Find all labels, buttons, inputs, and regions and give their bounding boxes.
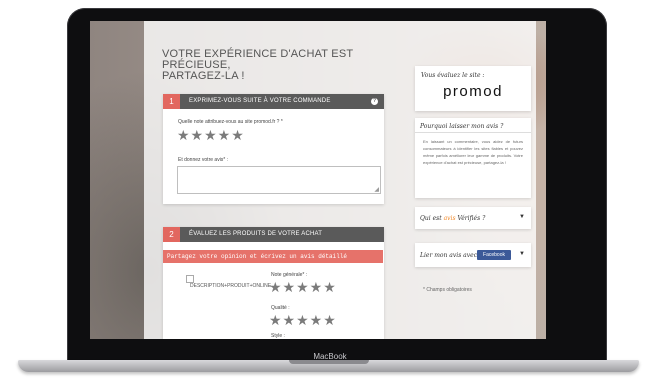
overall-rating-label: Note générale* : [271, 272, 308, 278]
style-label: Style : [271, 333, 285, 339]
broken-image-icon [186, 275, 194, 283]
why-review-body: En laissant un commentaire, vous aidez d… [423, 139, 523, 165]
divider [415, 132, 531, 133]
section-1-header: 1 EXPRIMEZ-VOUS SUITE À VOTRE COMMANDE ? [163, 94, 384, 109]
who-is-title: Qui est avis Vérifiés ? [420, 215, 485, 222]
laptop-brand-label: MacBook [313, 352, 347, 361]
who-is-highlight: avis [443, 215, 456, 222]
who-is-prefix: Qui est [420, 215, 444, 222]
brand-logo: promod [443, 83, 503, 100]
share-opinion-banner: Partagez votre opinion et écrivez un avi… [163, 250, 383, 263]
section-2-number: 2 [163, 227, 180, 242]
product-image: DESCRIPTION+PRODUIT+ONLINE [186, 275, 276, 291]
product-image-alt: DESCRIPTION+PRODUIT+ONLINE [190, 283, 272, 289]
review-label: Et donnez votre avis* : [178, 157, 229, 163]
who-is-avis-verifies[interactable]: Qui est avis Vérifiés ? ▼ [415, 207, 531, 229]
facebook-link-card: Lier mon avis avec Facebook ▼ [415, 243, 531, 267]
site-rating-label: Quelle note attribuez-vous au site promo… [178, 119, 283, 125]
section-1-card: 1 EXPRIMEZ-VOUS SUITE À VOTRE COMMANDE ?… [163, 94, 384, 204]
facebook-link-label: Lier mon avis avec [420, 252, 478, 259]
laptop-screen: VOTRE EXPÉRIENCE D'ACHAT EST PRÉCIEUSE, … [90, 21, 546, 339]
help-icon[interactable]: ? [371, 98, 378, 105]
quality-rating-stars[interactable]: ★★★★★ [269, 313, 337, 327]
page-title-line1: VOTRE EXPÉRIENCE D'ACHAT EST PRÉCIEUSE, [162, 48, 354, 71]
page-title: VOTRE EXPÉRIENCE D'ACHAT EST PRÉCIEUSE, … [162, 49, 422, 82]
quality-label: Qualité : [271, 305, 290, 311]
chevron-down-icon[interactable]: ▼ [519, 214, 525, 220]
why-review-title: Pourquoi laisser mon avis ? [420, 123, 504, 130]
section-1-title: EXPRIMEZ-VOUS SUITE À VOTRE COMMANDE [189, 98, 331, 104]
review-textarea[interactable]: ◢ [177, 166, 381, 194]
mandatory-fields-note: * Champs obligatoires [423, 287, 472, 293]
why-review-card: Pourquoi laisser mon avis ? En laissant … [415, 118, 531, 198]
site-rating-stars[interactable]: ★★★★★ [177, 128, 245, 142]
facebook-button[interactable]: Facebook [477, 250, 511, 260]
section-2-title: ÉVALUEZ LES PRODUITS DE VOTRE ACHAT [189, 231, 323, 237]
overall-rating-stars[interactable]: ★★★★★ [269, 280, 337, 294]
resize-grip-icon[interactable]: ◢ [374, 187, 379, 193]
section-1-number: 1 [163, 94, 180, 109]
section-2-header: 2 ÉVALUEZ LES PRODUITS DE VOTRE ACHAT [163, 227, 384, 242]
who-is-suffix: Vérifiés ? [455, 215, 486, 222]
rated-site-card: Vous évaluez le site : promod [415, 66, 531, 111]
rated-site-title: Vous évaluez le site : [421, 72, 485, 79]
chevron-down-icon[interactable]: ▼ [519, 251, 525, 257]
page-title-line2: PARTAGEZ-LA ! [162, 70, 245, 82]
